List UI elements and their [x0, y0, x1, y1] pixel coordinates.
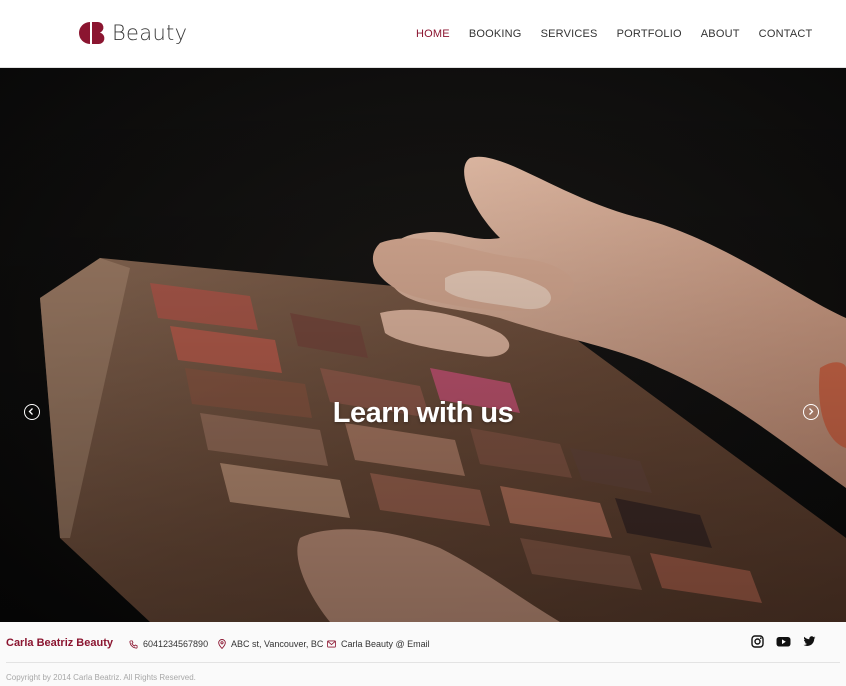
footer-brand: Carla Beatriz Beauty — [6, 637, 113, 649]
mail-icon — [327, 640, 336, 648]
instagram-icon[interactable] — [751, 635, 764, 648]
logo-text: Beauty — [112, 21, 188, 45]
nav-contact[interactable]: CONTACT — [759, 27, 813, 41]
site-footer: Carla Beatriz Beauty 6041234567890 ABC s… — [0, 622, 846, 686]
prev-slide-button[interactable] — [24, 404, 40, 420]
footer-divider — [6, 662, 840, 663]
site-header: Beauty HOME BOOKING SERVICES PORTFOLIO A… — [0, 0, 846, 68]
nav-services[interactable]: SERVICES — [541, 27, 598, 41]
copyright-text: Copyright by 2014 Carla Beatriz. All Rig… — [6, 673, 196, 682]
address-text: ABC st, Vancouver, BC — [231, 639, 324, 649]
phone-icon — [129, 639, 138, 649]
youtube-icon[interactable] — [776, 635, 791, 648]
main-nav: HOME BOOKING SERVICES PORTFOLIO ABOUT CO… — [416, 27, 831, 41]
footer-phone[interactable]: 6041234567890 — [129, 638, 208, 650]
chevron-left-icon — [28, 408, 33, 415]
map-pin-icon — [218, 639, 226, 649]
hero-title: Learn with us — [332, 397, 514, 429]
email-text: Carla Beauty @ Email — [341, 639, 430, 649]
nav-booking[interactable]: BOOKING — [469, 27, 522, 41]
twitter-icon[interactable] — [803, 635, 816, 648]
hero-slider: Learn with us — [0, 68, 846, 622]
chevron-right-icon — [809, 408, 814, 415]
phone-text: 6041234567890 — [143, 639, 209, 649]
nav-about[interactable]: ABOUT — [701, 27, 740, 41]
hero-image — [0, 68, 846, 622]
next-slide-button[interactable] — [803, 404, 819, 420]
footer-address[interactable]: ABC st, Vancouver, BC — [218, 638, 323, 650]
cb-logo-mark-icon — [79, 22, 105, 45]
nav-portfolio[interactable]: PORTFOLIO — [617, 27, 682, 41]
logo[interactable]: Beauty — [78, 20, 187, 46]
footer-email[interactable]: Carla Beauty @ Email — [327, 638, 430, 650]
nav-home[interactable]: HOME — [416, 27, 450, 41]
